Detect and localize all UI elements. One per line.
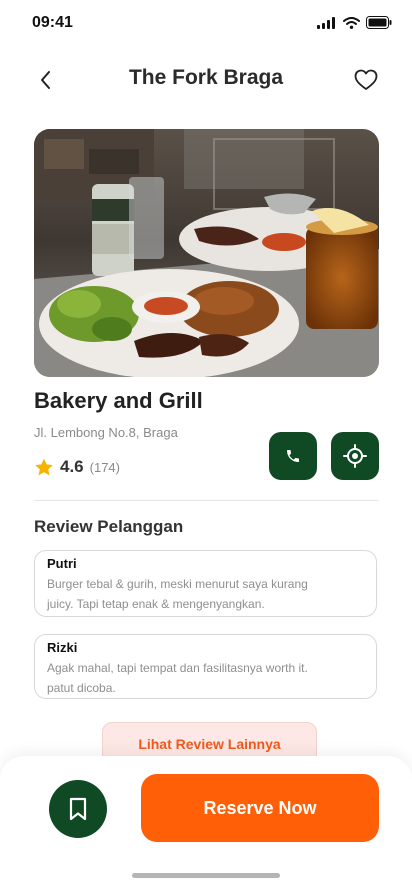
divider bbox=[34, 500, 379, 501]
favorite-button[interactable] bbox=[350, 64, 382, 96]
heart-icon bbox=[354, 69, 378, 90]
location-button[interactable] bbox=[331, 432, 379, 480]
bookmark-icon bbox=[69, 797, 87, 821]
food-image bbox=[34, 129, 379, 377]
status-icons bbox=[317, 16, 392, 29]
reviewer-name: Putri bbox=[47, 556, 77, 571]
star-icon bbox=[35, 458, 53, 475]
bookmark-button[interactable] bbox=[49, 780, 107, 838]
phone-icon bbox=[287, 450, 299, 462]
review-text-line: Agak mahal, tapi tempat dan fasilitasnya… bbox=[47, 661, 308, 675]
place-name: Bakery and Grill bbox=[34, 388, 203, 413]
rating-value: 4.6 bbox=[60, 457, 84, 476]
see-more-reviews-label: Lihat Review Lainnya bbox=[138, 736, 281, 752]
header: The Fork Braga bbox=[0, 58, 412, 100]
call-button[interactable] bbox=[269, 432, 317, 480]
reviewer-name: Rizki bbox=[47, 640, 78, 655]
review-text-line: juicy. Tapi tetap enak & mengenyangkan. bbox=[47, 597, 265, 611]
home-indicator bbox=[132, 873, 280, 878]
location-target-icon bbox=[343, 444, 367, 468]
review-card: Putri Burger tebal & gurih, meski menuru… bbox=[34, 550, 377, 617]
rating: 4.6 (174) bbox=[34, 457, 120, 477]
reserve-now-button[interactable]: Reserve Now bbox=[141, 774, 379, 842]
wifi-icon bbox=[343, 16, 360, 29]
restaurant-photo bbox=[34, 129, 379, 377]
review-text-line: patut dicoba. bbox=[47, 681, 116, 695]
battery-icon bbox=[366, 16, 392, 29]
rating-count: (174) bbox=[89, 459, 120, 475]
status-bar: 09:41 bbox=[0, 0, 412, 46]
reserve-now-label: Reserve Now bbox=[203, 797, 317, 818]
review-text: Burger tebal & gurih, meski menurut saya… bbox=[47, 574, 364, 614]
reviews-title: Review Pelanggan bbox=[34, 517, 184, 536]
status-time: 09:41 bbox=[32, 14, 73, 31]
review-card: Rizki Agak mahal, tapi tempat dan fasili… bbox=[34, 634, 377, 699]
signal-icon bbox=[317, 16, 335, 29]
place-address: Jl. Lembong No.8, Braga bbox=[34, 425, 178, 440]
review-text-line: Burger tebal & gurih, meski menurut saya… bbox=[47, 577, 308, 591]
review-text: Agak mahal, tapi tempat dan fasilitasnya… bbox=[47, 658, 364, 698]
